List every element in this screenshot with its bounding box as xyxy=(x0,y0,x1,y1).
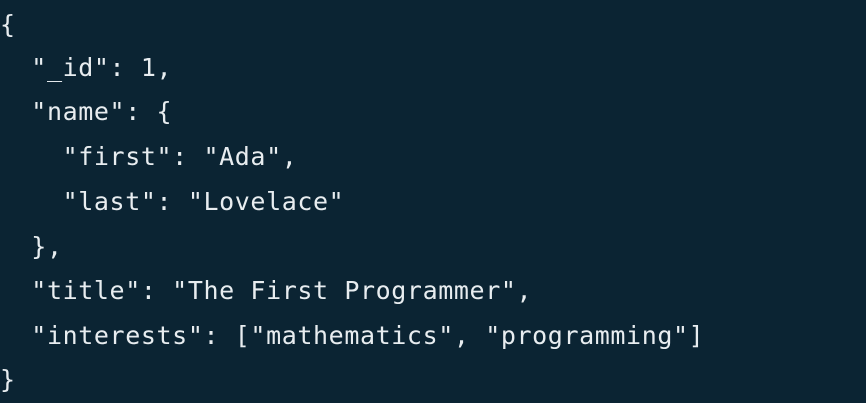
json-code-block: { "_id": 1, "name": { "first": "Ada", "l… xyxy=(0,0,866,403)
code-line-interests: "interests": ["mathematics", "programmin… xyxy=(0,321,705,350)
code-line-close-brace: } xyxy=(0,365,16,394)
code-line-last: "last": "Lovelace" xyxy=(0,187,345,216)
code-line-id: "_id": 1, xyxy=(0,53,173,82)
code-line-name: "name": { xyxy=(0,97,173,126)
code-line-close-name: }, xyxy=(0,232,63,261)
code-line-title: "title": "The First Programmer", xyxy=(0,276,533,305)
code-line-first: "first": "Ada", xyxy=(0,142,298,171)
code-line-open-brace: { xyxy=(0,10,16,39)
